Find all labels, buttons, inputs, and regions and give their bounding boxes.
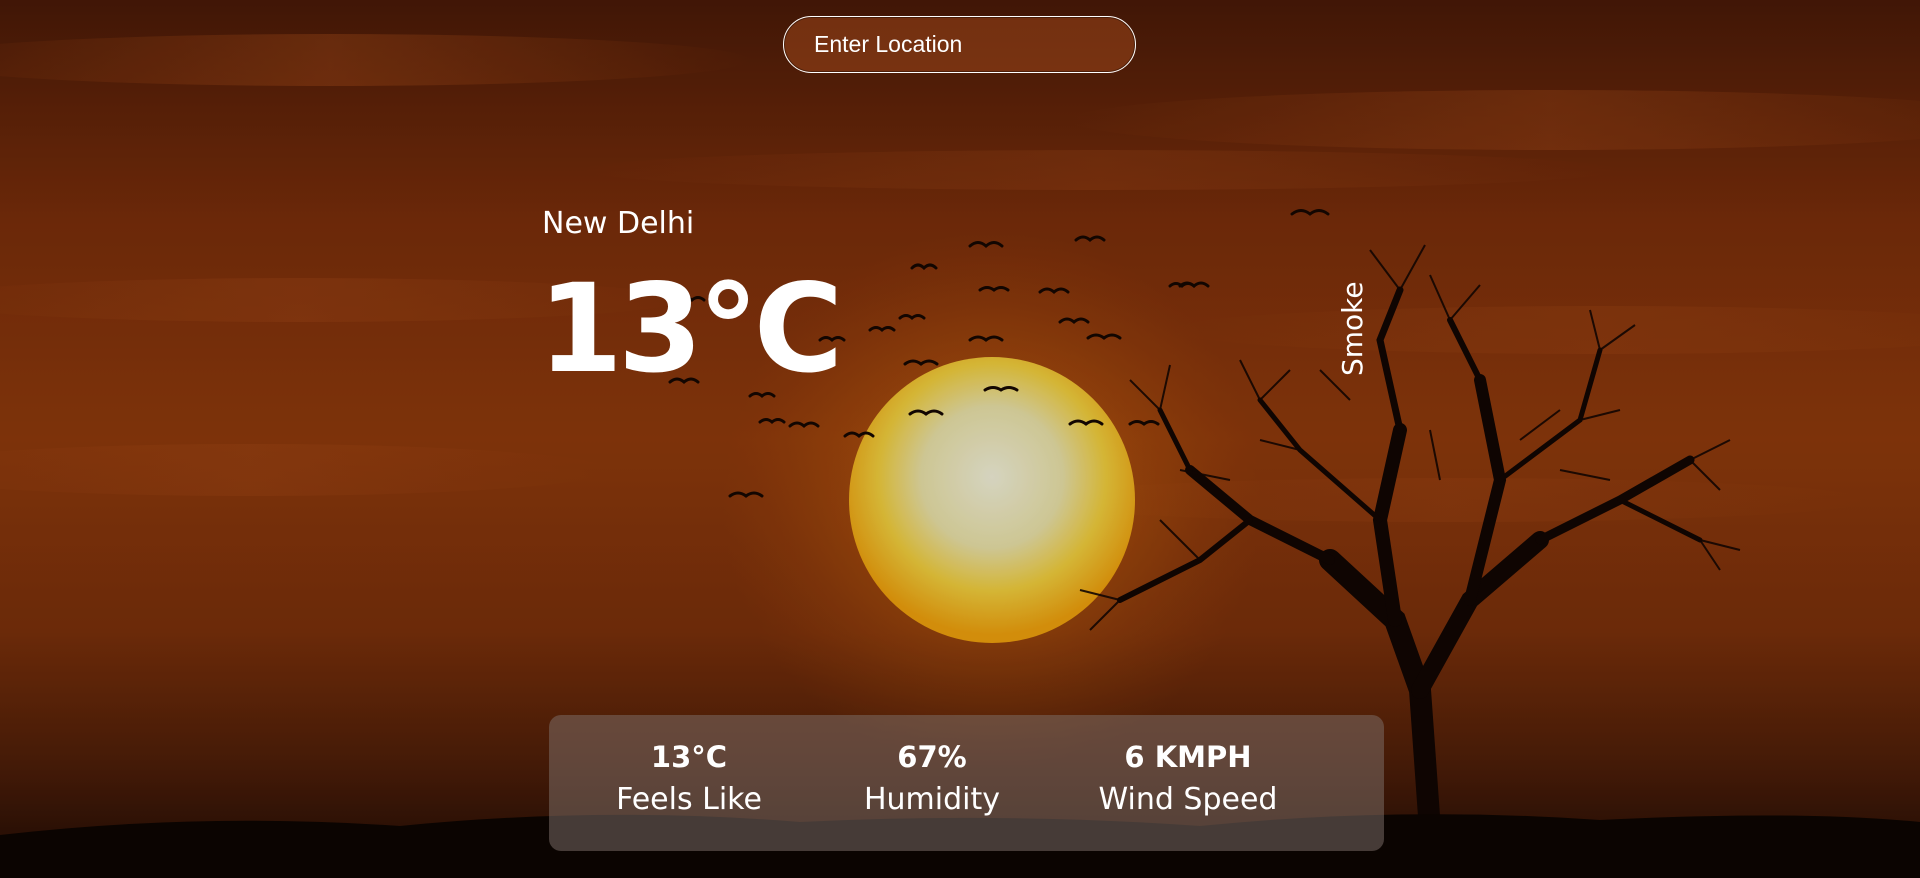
feels-like-label: Feels Like <box>616 782 762 817</box>
wind-speed-label: Wind Speed <box>1098 782 1278 817</box>
search-bar <box>783 16 1136 73</box>
weather-condition: Smoke <box>1336 281 1369 376</box>
feels-like-value: 13°C <box>650 740 728 774</box>
stat-humidity: 67% Humidity <box>860 737 1004 823</box>
location-name: New Delhi <box>542 206 695 241</box>
stat-feels-like: 13°C Feels Like <box>605 737 773 823</box>
location-search-input[interactable] <box>783 16 1136 73</box>
humidity-label: Humidity <box>863 782 1001 817</box>
weather-app: New Delhi 13°C Smoke 13°C Feels Like 67%… <box>0 0 1920 878</box>
stat-wind-speed: 6 KMPH Wind Speed <box>1085 737 1291 823</box>
weather-stats-panel: 13°C Feels Like 67% Humidity 6 KMPH Wind… <box>549 715 1384 851</box>
wind-speed-value: 6 KMPH <box>1124 740 1252 774</box>
current-temperature: 13°C <box>538 258 843 400</box>
humidity-value: 67% <box>897 740 967 774</box>
